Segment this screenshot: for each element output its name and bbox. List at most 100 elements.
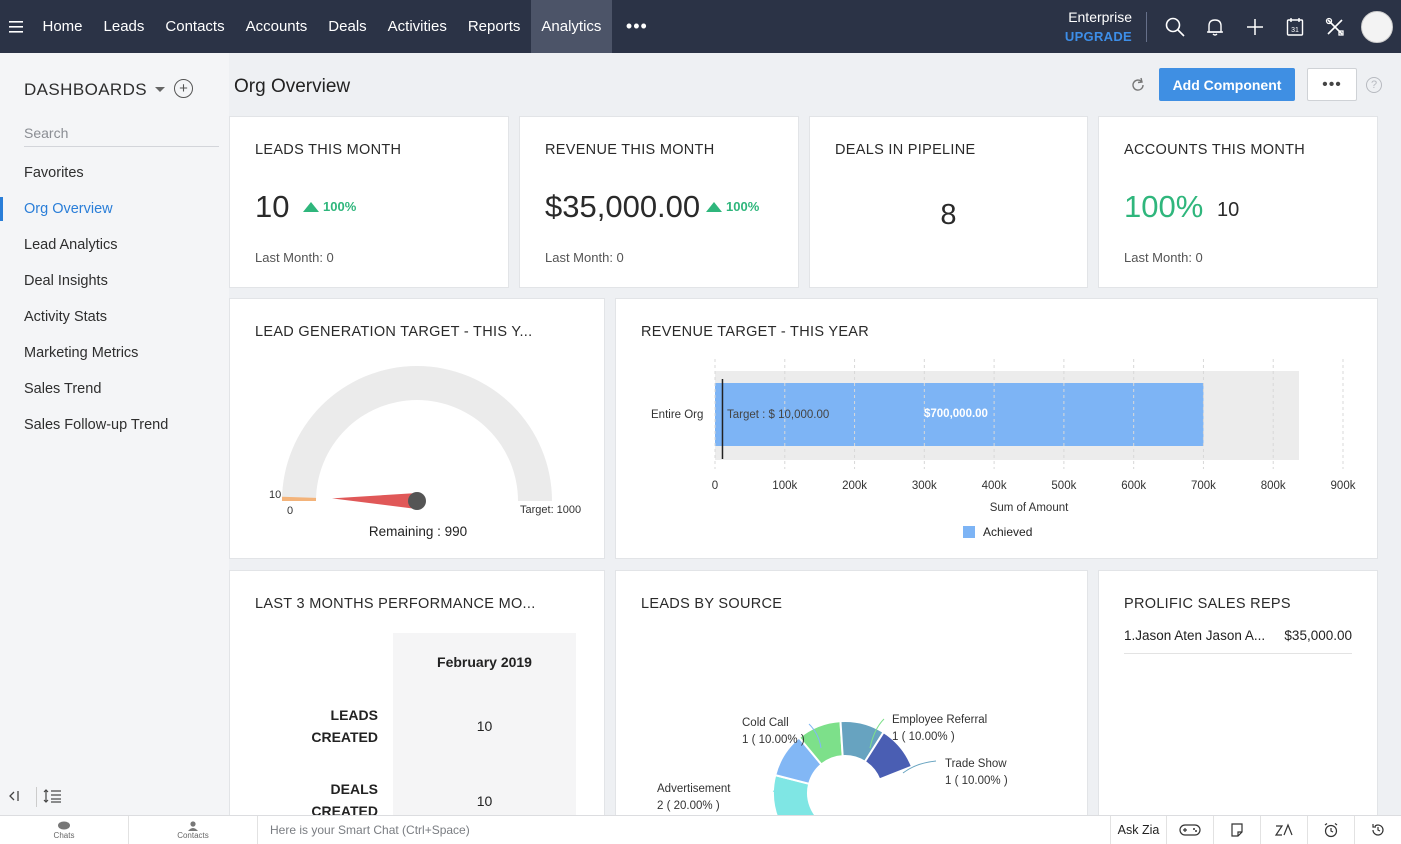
setup-tools-icon[interactable] bbox=[1315, 0, 1355, 53]
nav-analytics[interactable]: Analytics bbox=[530, 0, 612, 53]
nav-contacts[interactable]: Contacts bbox=[155, 0, 235, 53]
source-value: 1 ( 10.00% ) bbox=[892, 731, 955, 743]
gauge-track bbox=[282, 366, 552, 501]
kpi-value: 10 bbox=[255, 189, 290, 224]
performance-month-header: February 2019 bbox=[437, 654, 532, 670]
kpi-delta: 100% bbox=[303, 199, 356, 214]
contacts-tab[interactable]: Contacts bbox=[129, 815, 258, 844]
sidebar-item-favorites[interactable]: Favorites bbox=[0, 155, 229, 191]
more-modules-icon[interactable]: ••• bbox=[612, 0, 662, 53]
edition-label: Enterprise bbox=[1068, 8, 1132, 25]
x-tick-label: 700k bbox=[1190, 480, 1216, 492]
zia-icon[interactable] bbox=[1260, 815, 1307, 844]
kpi-last-month: Last Month: 0 bbox=[1124, 250, 1203, 265]
nav-home[interactable]: Home bbox=[32, 0, 93, 53]
alarm-clock-icon[interactable] bbox=[1307, 815, 1354, 844]
chats-tab[interactable]: Chats bbox=[0, 815, 129, 844]
performance-row-value: 10 bbox=[476, 793, 493, 809]
nav-reports[interactable]: Reports bbox=[457, 0, 531, 53]
sidebar-footer bbox=[0, 779, 229, 815]
performance-card[interactable]: LAST 3 MONTHS PERFORMANCE MO... February… bbox=[229, 570, 605, 820]
x-tick-label: 200k bbox=[842, 480, 868, 492]
sales-reps-card[interactable]: PROLIFIC SALES REPS 1.Jason Aten Jason A… bbox=[1098, 570, 1378, 820]
nav-leads[interactable]: Leads bbox=[93, 0, 155, 53]
contacts-label: Contacts bbox=[177, 830, 209, 840]
chat-bubble-icon bbox=[58, 821, 70, 829]
row-label-line: LEADS bbox=[330, 707, 378, 723]
sidebar-item-deal-insights[interactable]: Deal Insights bbox=[0, 263, 229, 299]
dashboard-sidebar: DASHBOARDS + Favorites Org Overview Lead… bbox=[0, 53, 229, 815]
kpi-card-leads[interactable]: LEADS THIS MONTH 10 100% Last Month: 0 bbox=[229, 116, 509, 288]
source-label-advertisement: Advertisement 2 ( 20.00% ) bbox=[657, 781, 731, 815]
calendar-icon[interactable]: 31 bbox=[1275, 0, 1315, 53]
bell-icon[interactable] bbox=[1195, 0, 1235, 53]
source-name: Advertisement bbox=[657, 783, 731, 795]
rep-name: 1.Jason Aten Jason A... bbox=[1124, 628, 1266, 643]
source-name: Trade Show bbox=[945, 758, 1007, 770]
sidebar-item-marketing-metrics[interactable]: Marketing Metrics bbox=[0, 335, 229, 371]
revenue-target-label: Target : $ 10,000.00 bbox=[727, 409, 830, 421]
nav-activities[interactable]: Activities bbox=[377, 0, 457, 53]
lead-gen-gauge bbox=[282, 366, 552, 510]
collapse-sidebar-icon[interactable] bbox=[0, 790, 30, 805]
smart-chat-input[interactable]: Here is your Smart Chat (Ctrl+Space) bbox=[258, 816, 1110, 844]
search-icon[interactable] bbox=[1155, 0, 1195, 53]
top-nav: Home Leads Contacts Accounts Deals Activ… bbox=[0, 0, 1401, 53]
gauge-value-label: 10 bbox=[269, 489, 282, 501]
sidebar-item-activity-stats[interactable]: Activity Stats bbox=[0, 299, 229, 335]
refresh-icon[interactable] bbox=[1128, 75, 1148, 95]
legend-swatch bbox=[963, 526, 975, 538]
add-dashboard-icon[interactable]: + bbox=[174, 79, 193, 98]
history-icon[interactable] bbox=[1354, 815, 1401, 844]
contact-person-icon bbox=[188, 820, 198, 831]
sticky-note-icon[interactable] bbox=[1213, 815, 1260, 844]
sidebar-item-org-overview[interactable]: Org Overview bbox=[0, 191, 229, 227]
dashboard-search-input[interactable] bbox=[24, 119, 219, 147]
nav-deals[interactable]: Deals bbox=[318, 0, 377, 53]
gamepad-icon[interactable] bbox=[1166, 815, 1213, 844]
kpi-title: LEADS THIS MONTH bbox=[255, 142, 402, 158]
reorder-list-icon[interactable] bbox=[43, 788, 61, 806]
sidebar-item-lead-analytics[interactable]: Lead Analytics bbox=[0, 227, 229, 263]
page-title: Org Overview bbox=[234, 76, 351, 97]
plus-icon[interactable] bbox=[1235, 0, 1275, 53]
kpi-last-month: Last Month: 0 bbox=[255, 250, 334, 265]
source-label-employee-referral: Employee Referral 1 ( 10.00% ) bbox=[892, 712, 987, 746]
user-avatar[interactable] bbox=[1361, 10, 1393, 43]
add-component-button[interactable]: Add Component bbox=[1159, 68, 1295, 101]
x-tick-label: 600k bbox=[1121, 480, 1147, 492]
kpi-last-month: Last Month: 0 bbox=[545, 250, 624, 265]
x-tick-label: 400k bbox=[981, 480, 1007, 492]
nav-accounts[interactable]: Accounts bbox=[235, 0, 318, 53]
kpi-value: $35,000.00 bbox=[545, 189, 701, 224]
up-arrow-icon bbox=[303, 201, 319, 212]
kpi-card-pipeline[interactable]: DEALS IN PIPELINE 8 bbox=[809, 116, 1088, 288]
lead-gen-target-card[interactable]: LEAD GENERATION TARGET - THIS Y... 10 0 … bbox=[229, 298, 605, 559]
dashboard-list: Favorites Org Overview Lead Analytics De… bbox=[0, 155, 229, 443]
help-icon[interactable]: ? bbox=[1366, 77, 1382, 93]
revenue-legend[interactable]: Achieved bbox=[963, 525, 1032, 539]
ask-zia-button[interactable]: Ask Zia bbox=[1110, 815, 1166, 844]
revenue-target-card[interactable]: REVENUE TARGET - THIS YEAR Entire Org Ta… bbox=[615, 298, 1378, 559]
leads-by-source-card[interactable]: LEADS BY SOURCE Cold Call 1 ( 10.00% ) E… bbox=[615, 570, 1088, 820]
x-tick-label: 800k bbox=[1260, 480, 1286, 492]
sidebar-item-sales-followup-trend[interactable]: Sales Follow-up Trend bbox=[0, 407, 229, 443]
svg-text:31: 31 bbox=[1291, 27, 1299, 34]
row-label-line: DEALS bbox=[330, 781, 378, 797]
kpi-card-accounts[interactable]: ACCOUNTS THIS MONTH 100% 10 Last Month: … bbox=[1098, 116, 1378, 288]
gauge-needle bbox=[332, 493, 418, 509]
upgrade-link[interactable]: UPGRADE bbox=[1065, 27, 1132, 47]
kpi-card-revenue[interactable]: REVENUE THIS MONTH $35,000.00 100% Last … bbox=[519, 116, 799, 288]
performance-row-value: 10 bbox=[476, 718, 493, 734]
nav-divider bbox=[1146, 11, 1147, 42]
sidebar-item-sales-trend[interactable]: Sales Trend bbox=[0, 371, 229, 407]
chevron-down-icon[interactable] bbox=[155, 87, 165, 92]
menu-icon[interactable] bbox=[0, 0, 32, 53]
more-options-button[interactable]: ••• bbox=[1307, 68, 1357, 101]
revenue-target-chart bbox=[714, 359, 1344, 469]
sales-rep-row[interactable]: 1.Jason Aten Jason A... $35,000.00 bbox=[1124, 628, 1352, 654]
footer-divider bbox=[36, 787, 37, 807]
bottom-bar: Chats Contacts Here is your Smart Chat (… bbox=[0, 815, 1401, 844]
kpi-delta-value: 100% bbox=[726, 199, 760, 214]
dashboards-heading[interactable]: DASHBOARDS bbox=[24, 80, 147, 100]
